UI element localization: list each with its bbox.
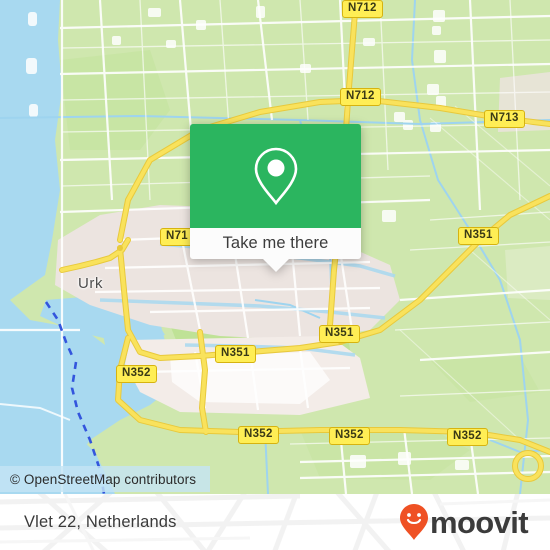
road-shield-n71[interactable]: N71 [160,228,194,247]
road-shield-n352-south-1[interactable]: N352 [238,426,279,445]
map-pin-icon [254,147,297,206]
map-canvas[interactable]: Urk N712 N712 N713 N71 N351 N351 N351 N3… [0,0,550,494]
moovit-location-screenshot: Urk N712 N712 N713 N71 N351 N351 N351 N3… [0,0,550,550]
road-shield-n351-west[interactable]: N351 [215,345,256,364]
callout-button[interactable]: Take me there [190,228,361,259]
footer-content: Vlet 22, Netherlands moovit [0,494,550,550]
road-shield-n713[interactable]: N713 [484,110,525,129]
take-me-there-callout[interactable]: Take me there [190,124,361,272]
callout-pointer-tail [262,259,289,272]
footer-bar: Vlet 22, Netherlands moovit [0,494,550,550]
moovit-logo[interactable]: moovit [399,503,529,541]
place-label-urk: Urk [78,275,104,292]
attribution-text: © OpenStreetMap contributors [10,471,197,487]
road-shield-n351-center[interactable]: N351 [319,325,360,344]
location-address: Vlet 22, Netherlands [24,512,177,531]
callout-button-label: Take me there [222,234,329,252]
callout-icon-panel [190,124,361,228]
moovit-pin-icon [399,504,428,540]
road-shield-n712-top[interactable]: N712 [342,0,383,19]
map-attribution[interactable]: © OpenStreetMap contributors [0,466,211,492]
moovit-wordmark: moovit [429,504,529,540]
road-shield-n352-south-3[interactable]: N352 [447,428,488,447]
road-shield-n352-south-2[interactable]: N352 [329,427,370,446]
road-shield-n351-east[interactable]: N351 [458,227,499,246]
road-shield-n352-west[interactable]: N352 [116,365,157,384]
road-shield-n712[interactable]: N712 [340,88,381,107]
